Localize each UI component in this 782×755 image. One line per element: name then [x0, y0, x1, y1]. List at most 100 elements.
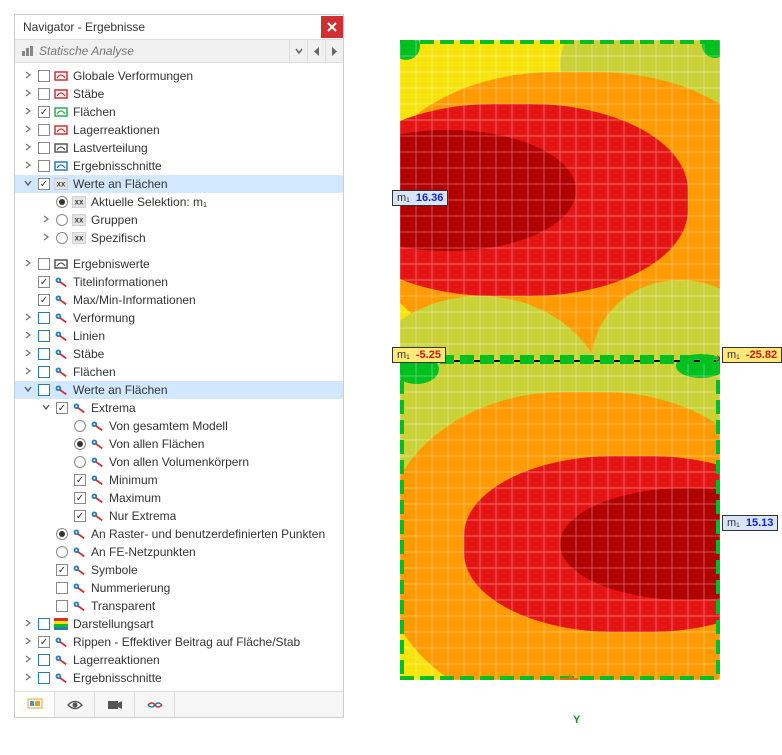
tree-item[interactable]: Symbole: [15, 561, 343, 579]
tree-item[interactable]: Stäbe: [15, 345, 343, 363]
expander-icon[interactable]: [39, 215, 53, 226]
checkbox[interactable]: [74, 474, 86, 486]
checkbox[interactable]: [38, 70, 50, 82]
checkbox[interactable]: [38, 672, 50, 684]
checkbox[interactable]: [38, 106, 50, 118]
expander-icon[interactable]: [21, 367, 35, 378]
checkbox[interactable]: [38, 384, 50, 396]
next-button[interactable]: [325, 40, 343, 62]
expander-icon[interactable]: [21, 637, 35, 648]
tree-item[interactable]: Globale Verformungen: [15, 67, 343, 85]
tree-item[interactable]: An FE-Netzpunkten: [15, 543, 343, 561]
tree-item[interactable]: Titelinformationen: [15, 273, 343, 291]
checkbox[interactable]: [38, 276, 50, 288]
expander-icon[interactable]: [21, 161, 35, 172]
checkbox[interactable]: [38, 124, 50, 136]
expander-icon[interactable]: [21, 125, 35, 136]
tree-item[interactable]: xxAktuelle Selektion: m₁: [15, 193, 343, 211]
tree-item[interactable]: Linien: [15, 327, 343, 345]
checkbox[interactable]: [56, 582, 68, 594]
tree-item[interactable]: Flächen: [15, 103, 343, 121]
expander-icon[interactable]: [21, 107, 35, 118]
radio[interactable]: [56, 546, 68, 558]
expander-icon[interactable]: [21, 71, 35, 82]
checkbox[interactable]: [38, 142, 50, 154]
checkbox[interactable]: [38, 330, 50, 342]
radio[interactable]: [74, 438, 86, 450]
prev-button[interactable]: [307, 40, 325, 62]
tree-item[interactable]: Nur Extrema: [15, 507, 343, 525]
expander-icon[interactable]: [21, 673, 35, 684]
tree-item[interactable]: Lagerreaktionen: [15, 651, 343, 669]
tab-views[interactable]: [55, 692, 95, 717]
checkbox[interactable]: [38, 88, 50, 100]
expander-icon[interactable]: [21, 331, 35, 342]
value-label-bot-max[interactable]: m₁ 15.13: [722, 515, 778, 531]
tree-item[interactable]: Ergebnisschnitte: [15, 157, 343, 175]
tree-item[interactable]: Ergebnisschnitte: [15, 669, 343, 687]
tree-item[interactable]: Nummerierung: [15, 579, 343, 597]
navigator-tree[interactable]: Globale VerformungenStäbeFlächenLagerrea…: [15, 63, 343, 691]
expander-icon[interactable]: [39, 403, 53, 414]
radio[interactable]: [74, 456, 86, 468]
tab-display[interactable]: [15, 692, 55, 717]
expander-icon[interactable]: [21, 143, 35, 154]
tree-item[interactable]: Von gesamtem Modell: [15, 417, 343, 435]
radio[interactable]: [56, 528, 68, 540]
tree-item[interactable]: Extrema: [15, 399, 343, 417]
expander-icon[interactable]: [21, 89, 35, 100]
radio[interactable]: [56, 232, 68, 244]
expander-icon[interactable]: [39, 233, 53, 244]
tree-item[interactable]: Max/Min-Informationen: [15, 291, 343, 309]
tab-results[interactable]: [135, 692, 175, 717]
checkbox[interactable]: [74, 492, 86, 504]
radio[interactable]: [56, 214, 68, 226]
expander-icon[interactable]: [21, 313, 35, 324]
tree-item[interactable]: Stäbe: [15, 85, 343, 103]
dropdown-chevron[interactable]: [289, 40, 307, 62]
checkbox[interactable]: [74, 510, 86, 522]
expander-icon[interactable]: [21, 385, 35, 396]
tree-item[interactable]: Rippen - Effektiver Beitrag auf Fläche/S…: [15, 633, 343, 651]
value-label-mid-left[interactable]: m₁ -5.25: [392, 347, 446, 363]
expander-icon[interactable]: [21, 179, 35, 190]
checkbox[interactable]: [38, 258, 50, 270]
checkbox[interactable]: [38, 178, 50, 190]
value-label-top-max[interactable]: m₁ 16.36: [392, 190, 448, 206]
expander-icon[interactable]: [21, 259, 35, 270]
tree-item[interactable]: xxGruppen: [15, 211, 343, 229]
tree-item[interactable]: Transparent: [15, 597, 343, 615]
tree-item[interactable]: Lastverteilung: [15, 139, 343, 157]
checkbox[interactable]: [38, 348, 50, 360]
tree-item[interactable]: Maximum: [15, 489, 343, 507]
tree-item[interactable]: Lagerreaktionen: [15, 121, 343, 139]
expander-icon[interactable]: [21, 655, 35, 666]
checkbox[interactable]: [38, 312, 50, 324]
analysis-dropdown[interactable]: Statische Analyse: [15, 40, 289, 62]
tree-item[interactable]: Flächen: [15, 363, 343, 381]
expander-icon[interactable]: [21, 349, 35, 360]
checkbox[interactable]: [56, 600, 68, 612]
tree-item[interactable]: Von allen Volumenkörpern: [15, 453, 343, 471]
tree-item[interactable]: Von allen Flächen: [15, 435, 343, 453]
checkbox[interactable]: [38, 160, 50, 172]
checkbox[interactable]: [38, 654, 50, 666]
tree-item[interactable]: xxWerte an Flächen: [15, 175, 343, 193]
checkbox[interactable]: [56, 564, 68, 576]
close-button[interactable]: [321, 16, 343, 38]
tab-camera[interactable]: [95, 692, 135, 717]
radio[interactable]: [56, 196, 68, 208]
tree-item[interactable]: Werte an Flächen: [15, 381, 343, 399]
checkbox[interactable]: [38, 294, 50, 306]
tree-item[interactable]: xxSpezifisch: [15, 229, 343, 247]
radio[interactable]: [74, 420, 86, 432]
checkbox[interactable]: [38, 636, 50, 648]
checkbox[interactable]: [38, 618, 50, 630]
value-label-mid-right[interactable]: m₁ -25.82: [722, 347, 782, 363]
tree-item[interactable]: Minimum: [15, 471, 343, 489]
tree-item[interactable]: An Raster- und benutzerdefinierten Punkt…: [15, 525, 343, 543]
tree-item[interactable]: Ergebniswerte: [15, 255, 343, 273]
expander-icon[interactable]: [21, 619, 35, 630]
checkbox[interactable]: [38, 366, 50, 378]
checkbox[interactable]: [56, 402, 68, 414]
